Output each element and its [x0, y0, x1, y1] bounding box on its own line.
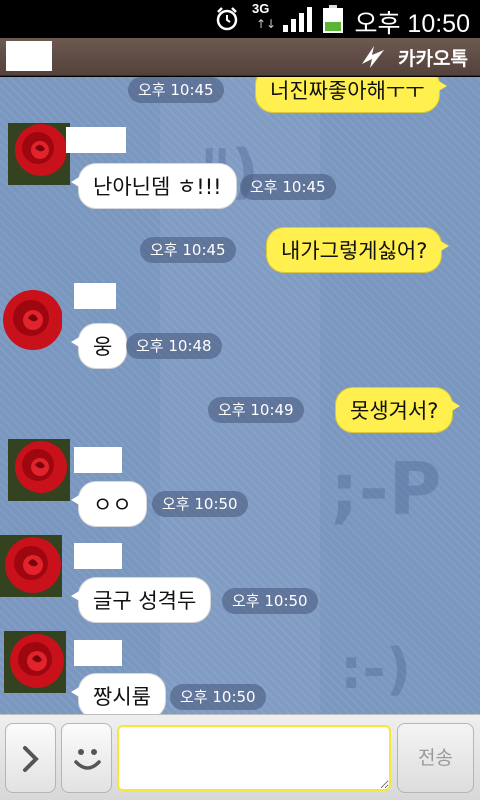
sender-name-redacted [74, 543, 122, 569]
emoticon-button[interactable] [61, 723, 112, 793]
wallpaper-emoticon: :-) [340, 637, 412, 702]
chat-header: 카카오톡 [0, 38, 480, 76]
message-input[interactable] [117, 725, 391, 791]
smiley-icon [74, 749, 101, 770]
chevron-right-icon [23, 746, 39, 772]
sender-name-redacted [66, 127, 126, 153]
message-time: 오후 10:50 [152, 491, 248, 517]
data-activity-icon: ↑↓ [256, 17, 277, 31]
message-input-bar: 전송 [0, 714, 480, 800]
message-time: 오후 10:45 [128, 77, 224, 103]
red-rose-icon[interactable] [8, 123, 70, 185]
kakao-logo-icon [362, 46, 384, 68]
their-message-bubble[interactable]: 짱시룸 [71, 673, 166, 714]
expand-menu-button[interactable] [5, 723, 56, 793]
red-rose-icon[interactable] [0, 535, 62, 597]
my-message-bubble[interactable]: 못생겨서? [335, 387, 461, 433]
message-time: 오후 10:49 [208, 397, 304, 423]
message-time: 오후 10:50 [170, 684, 266, 710]
message-time: 오후 10:48 [126, 333, 222, 359]
message-time: 오후 10:45 [140, 237, 236, 263]
alarm-icon [216, 7, 238, 31]
wallpaper-emoticon: ;-P [330, 447, 442, 531]
message-time: 오후 10:50 [222, 588, 318, 614]
network-type: 3G [252, 1, 270, 16]
status-time: 오후 10:50 [354, 10, 470, 38]
their-message-bubble[interactable]: 글구 성격두 [70, 577, 212, 623]
their-message-bubble[interactable]: 난아닌뎀 ㅎ!!! [71, 163, 237, 209]
sender-name-redacted [74, 283, 116, 309]
app-title: 카카오톡 [398, 48, 468, 70]
signal-icon [283, 7, 312, 32]
red-rose-icon[interactable] [8, 439, 70, 501]
chat-message-list[interactable]: ") ;-P :-) 오후 10:45 너진짜좋아해ㅜㅜ 난아닌뎀 ㅎ!!! 오… [0, 77, 480, 714]
status-bar: 3G ↑↓ 오후 10:50 [0, 0, 480, 38]
their-message-bubble[interactable]: 웅 [70, 323, 128, 369]
my-message-bubble[interactable]: 너진짜좋아해ㅜㅜ [255, 77, 447, 113]
chat-partner-name-redacted [6, 41, 52, 71]
send-button[interactable]: 전송 [397, 723, 474, 793]
battery-icon [323, 5, 343, 33]
message-time: 오후 10:45 [240, 174, 336, 200]
sender-name-redacted [74, 640, 122, 666]
my-message-bubble[interactable]: 내가그렇게싫어? [266, 227, 450, 273]
sender-name-redacted [74, 447, 122, 473]
their-message-bubble[interactable]: ㅇㅇ [71, 481, 147, 527]
red-rose-icon[interactable] [4, 631, 66, 693]
red-rose-icon[interactable] [0, 289, 62, 351]
